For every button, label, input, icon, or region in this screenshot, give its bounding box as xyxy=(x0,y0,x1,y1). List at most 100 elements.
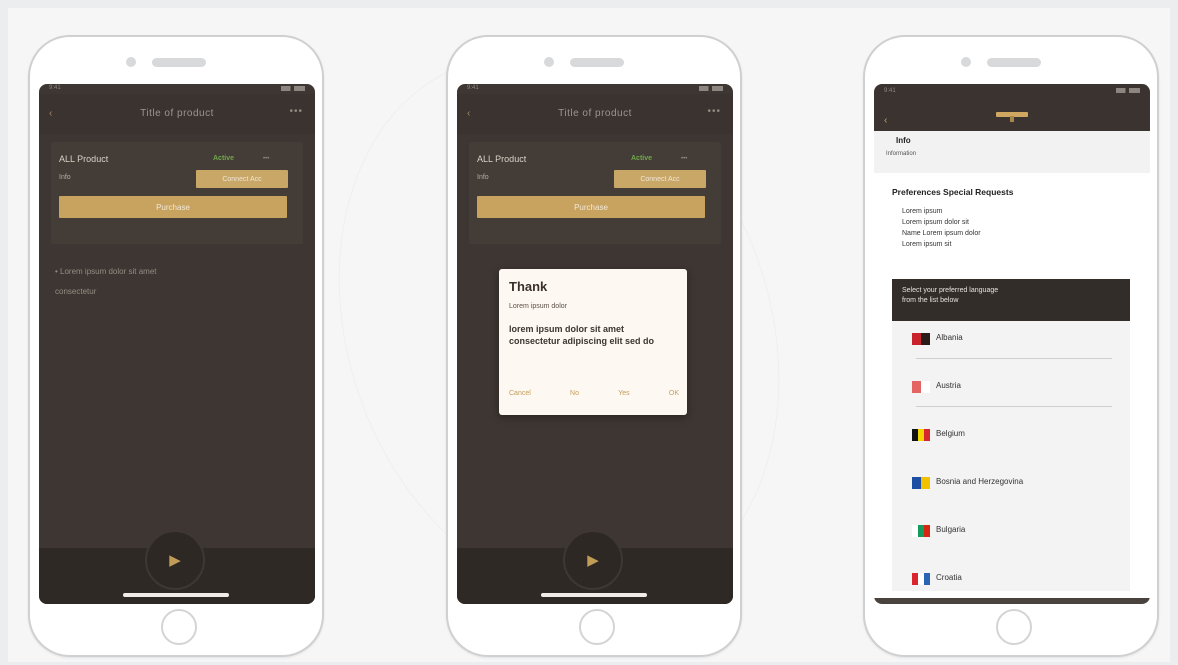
dialog-yes-button[interactable]: Yes xyxy=(618,390,629,397)
account-panel: ALL Product Active ••• Info Connect Acc … xyxy=(51,142,303,244)
country-name: Austria xyxy=(936,381,961,390)
purchase-button[interactable]: Purchase xyxy=(477,196,705,218)
status-time: 9:41 xyxy=(884,88,896,94)
info-subtitle: Information xyxy=(886,151,917,157)
play-button[interactable]: ▶ xyxy=(145,530,205,590)
bottom-band xyxy=(874,598,1150,604)
phone-mockup-1: 9:41 ‹ Title of product ••• ALL Product … xyxy=(28,35,324,657)
country-name: Croatia xyxy=(936,573,962,582)
account-panel: ALL Product Active ••• Info Connect Acc … xyxy=(469,142,721,244)
home-indicator xyxy=(541,593,647,597)
info-line: • Lorem ipsum dolor sit amet xyxy=(55,267,157,276)
account-extra: ••• xyxy=(681,156,688,162)
account-name: ALL Product xyxy=(59,154,109,164)
selector-title: Select your preferred language xyxy=(902,287,999,294)
country-name: Bulgaria xyxy=(936,525,966,534)
play-button[interactable]: ▶ xyxy=(563,530,623,590)
status-time: 9:41 xyxy=(49,85,61,91)
country-list: Albania Austria Belgium Bosnia and Herze… xyxy=(892,321,1130,591)
home-button[interactable] xyxy=(161,609,197,645)
detail-line: Lorem ipsum sit xyxy=(902,241,952,248)
connect-account-button[interactable]: Connect Acc xyxy=(614,170,706,188)
dialog-subtitle: Lorem ipsum dolor xyxy=(509,303,567,310)
bottom-bar: ▶ xyxy=(39,530,315,604)
country-item-belgium[interactable]: Belgium xyxy=(892,417,1130,465)
more-menu-icon[interactable]: ••• xyxy=(707,106,721,117)
info-title: Info xyxy=(896,136,911,145)
battery-signal-icon xyxy=(281,86,305,91)
connect-account-button[interactable]: Connect Acc xyxy=(196,170,288,188)
dialog-actions: Cancel No Yes OK xyxy=(509,390,679,397)
detail-line: Lorem ipsum dolor sit xyxy=(902,219,969,226)
dialog-ok-button[interactable]: OK xyxy=(669,390,679,397)
flag-icon xyxy=(912,573,930,585)
detail-lines: Lorem ipsum Lorem ipsum dolor sit Name L… xyxy=(902,206,981,250)
play-icon: ▶ xyxy=(587,552,599,569)
dialog-cancel-button[interactable]: Cancel xyxy=(509,390,531,397)
flag-icon xyxy=(912,429,930,441)
country-name: Albania xyxy=(936,333,963,342)
info-list: • Lorem ipsum dolor sit amet consectetur xyxy=(55,262,157,302)
screen-title: Title of product xyxy=(140,108,214,119)
navigation-bar: ‹ Title of product ••• xyxy=(39,94,315,134)
phone-screen: 9:41 ‹ Info Information Preferences Spec… xyxy=(874,84,1150,604)
purchase-button[interactable]: Purchase xyxy=(59,196,287,218)
flag-icon xyxy=(912,525,930,537)
bottom-bar: ▶ xyxy=(457,530,733,604)
confirmation-dialog: Thank Lorem ipsum dolor lorem ipsum dolo… xyxy=(499,269,687,415)
country-name: Belgium xyxy=(936,429,965,438)
divider xyxy=(916,406,1112,407)
speaker-grille xyxy=(987,58,1041,67)
info-line: consectetur xyxy=(55,287,97,296)
detail-line: Lorem ipsum xyxy=(902,208,943,215)
battery-signal-icon xyxy=(699,86,723,91)
country-name: Bosnia and Herzegovina xyxy=(936,477,1024,486)
home-indicator xyxy=(123,593,229,597)
dialog-title: Thank xyxy=(509,279,548,294)
status-time: 9:41 xyxy=(467,85,479,91)
language-selector-header: Select your preferred language from the … xyxy=(892,279,1130,321)
flag-icon xyxy=(912,333,930,345)
account-status: Active xyxy=(631,155,653,162)
dialog-message: lorem ipsum dolor sit amet consectetur a… xyxy=(509,324,655,346)
phone-screen: 9:41 ‹ Title of product ••• ALL Product … xyxy=(39,84,315,604)
selector-subtitle: from the list below xyxy=(902,297,959,304)
country-item-bulgaria[interactable]: Bulgaria xyxy=(892,513,1130,561)
section-heading: Preferences Special Requests xyxy=(892,187,1014,197)
account-name: ALL Product xyxy=(477,154,527,164)
country-item-croatia[interactable]: Croatia xyxy=(892,561,1130,591)
home-button[interactable] xyxy=(996,609,1032,645)
country-item-austria[interactable]: Austria xyxy=(892,369,1130,417)
front-camera xyxy=(544,57,554,67)
home-button[interactable] xyxy=(579,609,615,645)
back-icon[interactable]: ‹ xyxy=(884,115,887,126)
more-menu-icon[interactable]: ••• xyxy=(289,106,303,117)
front-camera xyxy=(961,57,971,67)
phone-screen: 9:41 ‹ Title of product ••• ALL Product … xyxy=(457,84,733,604)
info-header: Info Information xyxy=(874,131,1150,173)
country-item-bosnia[interactable]: Bosnia and Herzegovina xyxy=(892,465,1130,513)
battery-signal-icon xyxy=(1116,88,1140,93)
divider xyxy=(916,358,1112,359)
account-status: Active xyxy=(213,155,235,162)
play-icon: ▶ xyxy=(169,552,181,569)
account-info: Info xyxy=(477,174,489,181)
front-camera xyxy=(126,57,136,67)
navigation-bar: ‹ Title of product ••• xyxy=(457,94,733,134)
status-bar: 9:41 xyxy=(457,84,733,94)
flag-icon xyxy=(912,381,930,393)
screen-title: Title of product xyxy=(558,108,632,119)
status-bar: 9:41 xyxy=(39,84,315,94)
brand-mark-icon xyxy=(1010,116,1014,122)
detail-line: Name Lorem ipsum dolor xyxy=(902,230,981,237)
phone-mockup-3: 9:41 ‹ Info Information Preferences Spec… xyxy=(863,35,1159,657)
dialog-no-button[interactable]: No xyxy=(570,390,579,397)
flag-icon xyxy=(912,477,930,489)
speaker-grille xyxy=(152,58,206,67)
app-header: 9:41 ‹ xyxy=(874,84,1150,131)
account-info: Info xyxy=(59,174,71,181)
phone-mockup-2: 9:41 ‹ Title of product ••• ALL Product … xyxy=(446,35,742,657)
country-item-albania[interactable]: Albania xyxy=(892,321,1130,369)
speaker-grille xyxy=(570,58,624,67)
canvas-background: 9:41 ‹ Title of product ••• ALL Product … xyxy=(8,8,1170,662)
